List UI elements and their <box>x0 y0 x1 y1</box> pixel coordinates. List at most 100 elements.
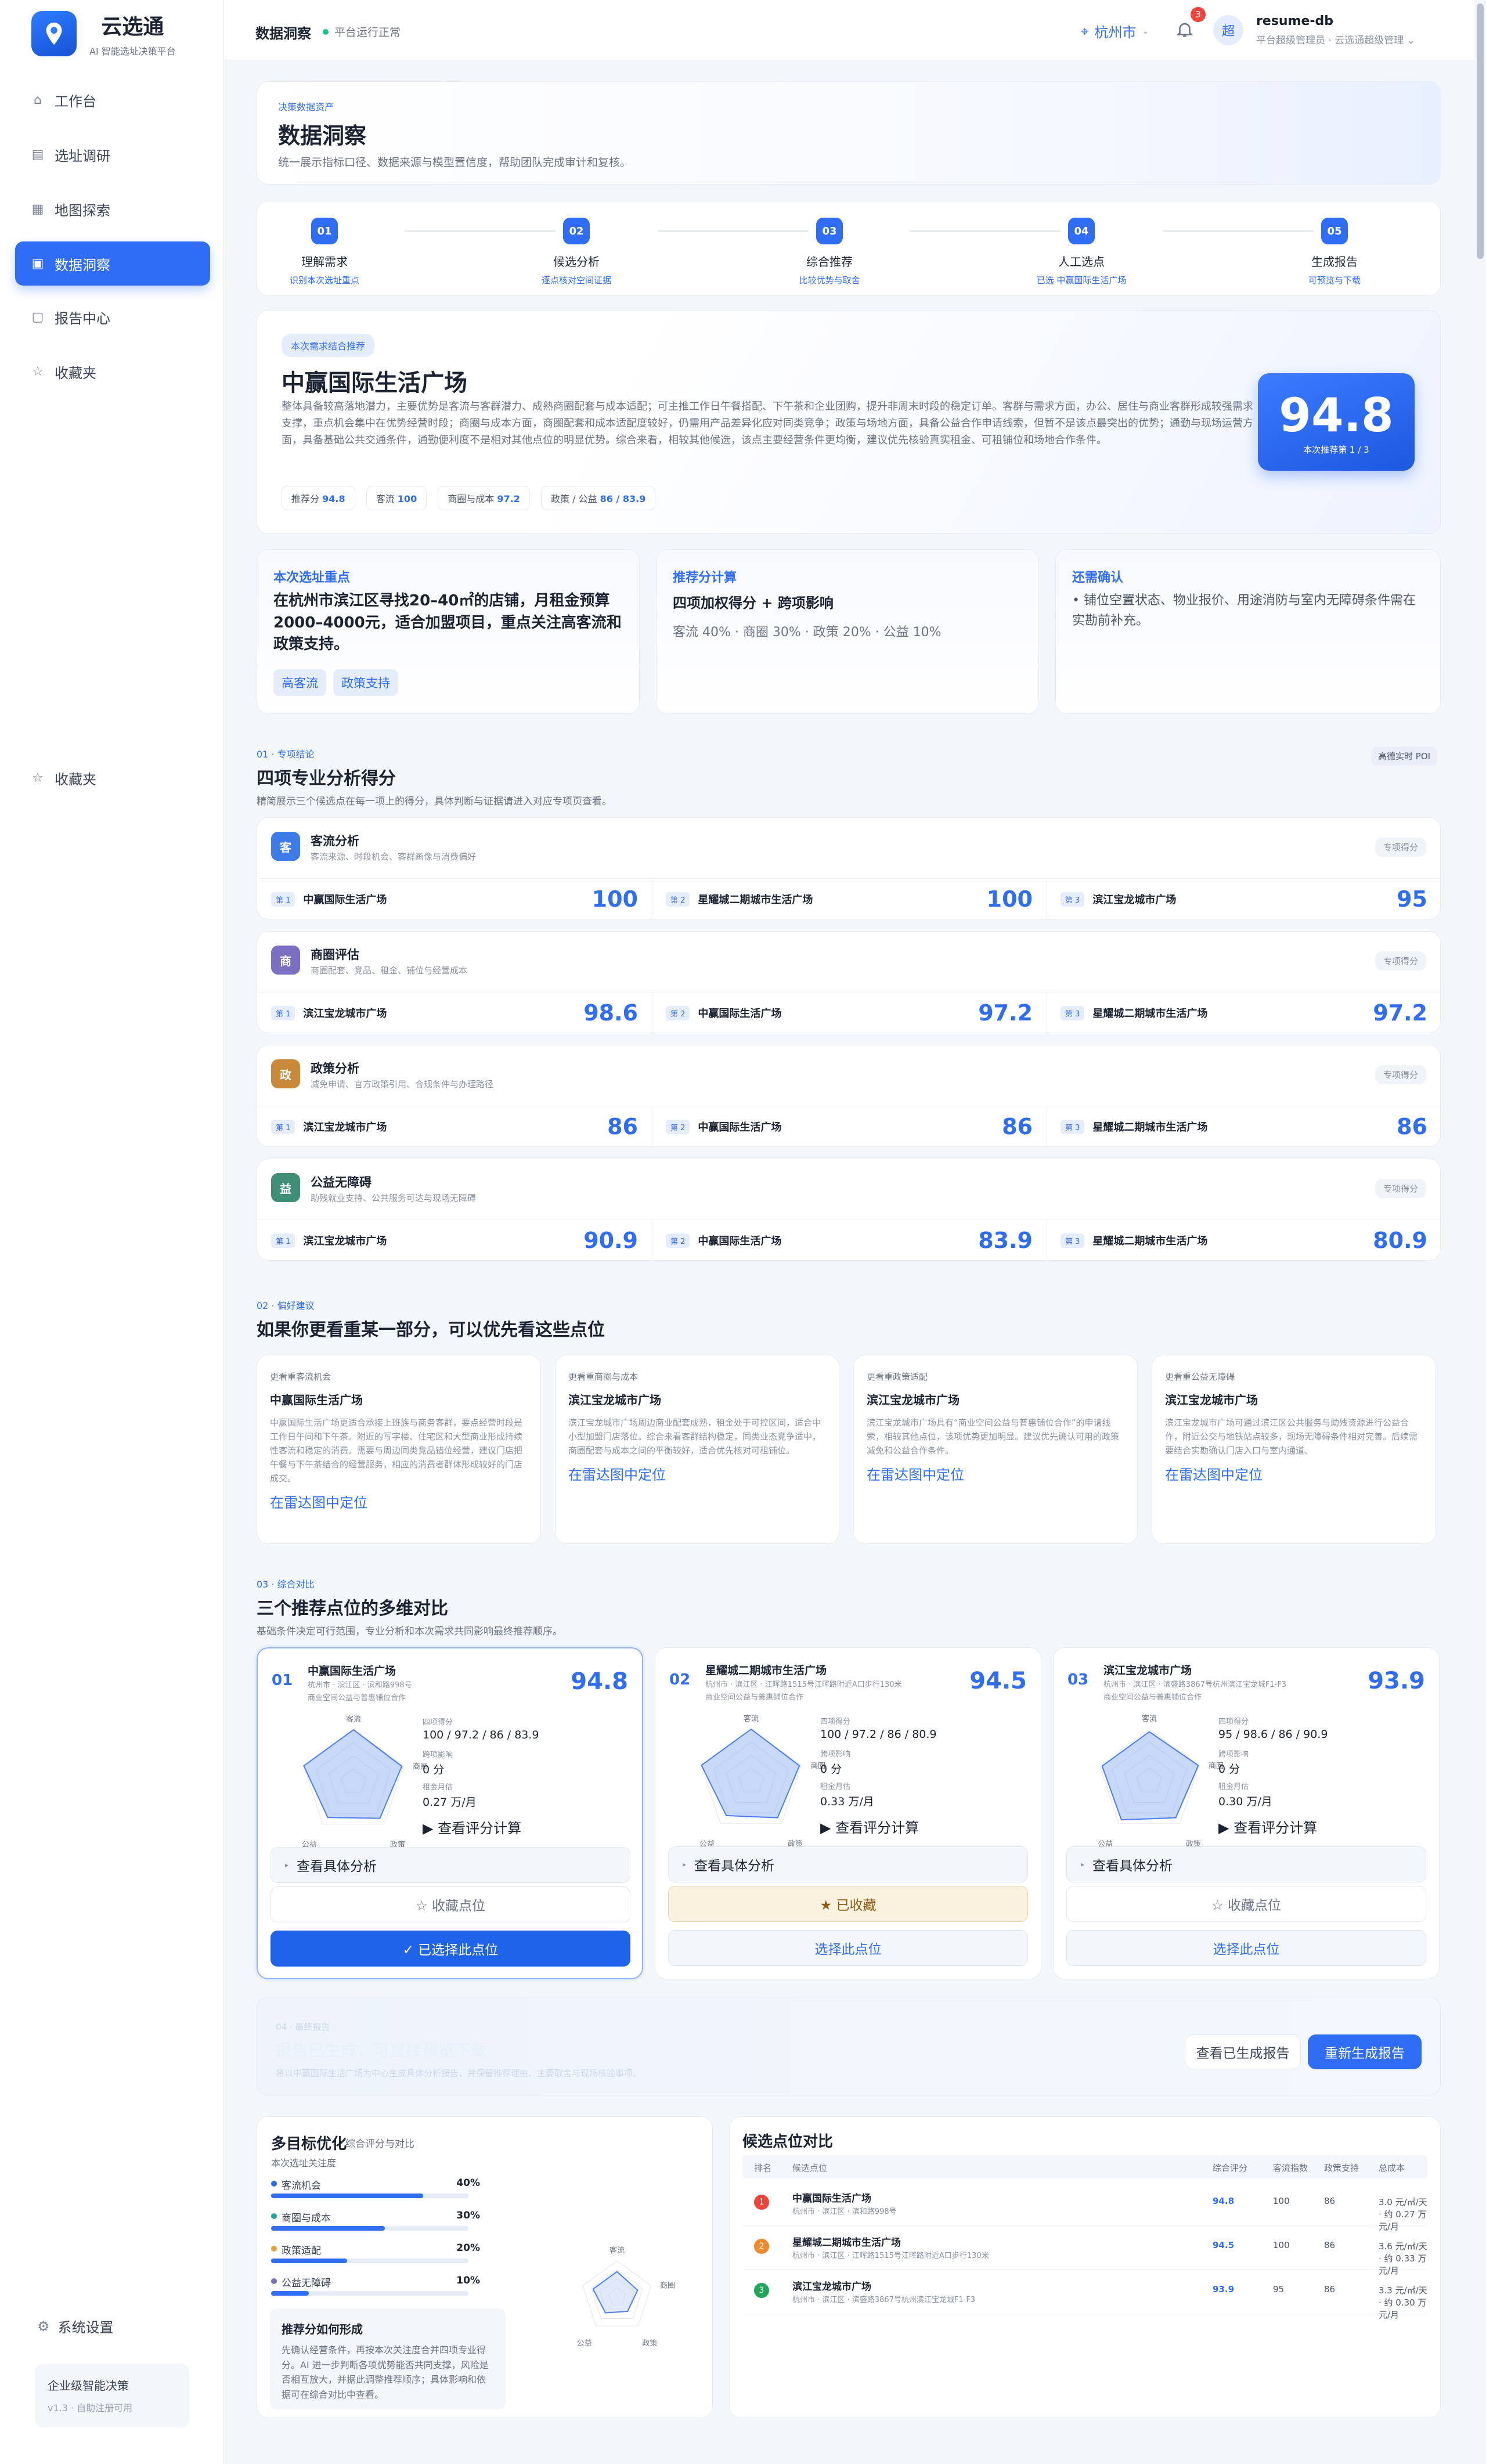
favorite-button[interactable]: ☆ 收藏点位 <box>1066 1886 1426 1922</box>
bell-icon[interactable] <box>1175 20 1195 39</box>
city-selector[interactable]: ⌖ 杭州市 ⌄ <box>1081 21 1149 41</box>
pro-score-card[interactable]: 益公益无障碍 助残就业支持、公共服务可达与现场无障碍 专项得分第 1 滨江宝龙城市广场… <box>257 1159 1441 1261</box>
ranking-entry[interactable]: 第 2 中赢国际生活广场 97.2 <box>666 1000 1033 1026</box>
locate-in-radar-link[interactable]: 在雷达图中定位 <box>568 1463 826 1484</box>
rank-badge: 第 2 <box>666 1005 690 1020</box>
site-compare-card[interactable]: 01 中赢国际生活广场 杭州市 · 滨江区 · 滨和路998号 商业空间公益与普惠铺位… <box>257 1647 643 1979</box>
divider <box>257 992 1440 993</box>
info-body: 四项加权得分 + 跨项影响 <box>673 595 834 611</box>
scrollbar-track[interactable] <box>1474 0 1486 2464</box>
step-report[interactable]: 05 生成报告 可预览与下载 <box>1247 218 1422 286</box>
rank-badge: 第 3 <box>1061 892 1085 907</box>
pref-text: 滨江宝龙城市广场具有“商业空间公益与普惠铺位合作”的申请线索，相较其他点位，该项… <box>867 1417 1120 1456</box>
ranking-entry[interactable]: 第 1 滨江宝龙城市广场 98.6 <box>271 1000 638 1026</box>
locate-in-radar-link[interactable]: 在雷达图中定位 <box>270 1491 528 1511</box>
step-number: 05 <box>1321 218 1348 244</box>
weight-percent: 10% <box>456 2275 480 2286</box>
ranking-entry[interactable]: 第 3 星耀城二期城市生活广场 97.2 <box>1061 1000 1427 1026</box>
ranking-entry[interactable]: 第 2 中赢国际生活广场 86 <box>666 1114 1033 1139</box>
nav-item-workbench[interactable]: ⌂ 工作台 <box>15 78 210 122</box>
system-settings[interactable]: ⚙ 系统设置 <box>37 2316 114 2336</box>
avatar[interactable]: 超 <box>1213 15 1243 45</box>
step-recommend[interactable]: 03 综合推荐 比较优势与取舍 <box>742 218 917 286</box>
star-icon: ☆ <box>32 770 44 785</box>
ranking-entry[interactable]: 第 3 星耀城二期城市生活广场 86 <box>1061 1114 1427 1139</box>
select-site-button[interactable]: 选择此点位 <box>1066 1930 1426 1966</box>
chart-icon: ▣ <box>31 256 44 271</box>
nav-label: 报告中心 <box>55 310 110 327</box>
view-score-calc-toggle[interactable]: ▶ 查看评分计算 <box>423 1817 521 1837</box>
nav-item-reports[interactable]: ▢ 报告中心 <box>15 295 210 339</box>
view-detail-button[interactable]: ▸ 查看具体分析 <box>668 1846 1028 1882</box>
weight-percent: 40% <box>456 2177 480 2189</box>
nav-item-insight[interactable]: ▣ 数据洞察 <box>15 241 210 286</box>
step-candidate[interactable]: 02 候选分析 逐点核对空间证据 <box>489 218 663 286</box>
ranking-entry[interactable]: 第 3 滨江宝龙城市广场 95 <box>1061 886 1427 912</box>
locate-in-radar-link[interactable]: 在雷达图中定位 <box>1165 1463 1423 1484</box>
favorite-button[interactable]: ☆ 收藏点位 <box>270 1886 630 1922</box>
favorite-button[interactable]: ★ 已收藏 <box>668 1886 1028 1922</box>
view-score-calc-toggle[interactable]: ▶ 查看评分计算 <box>820 1816 919 1837</box>
nav-item-survey[interactable]: ▤ 选址调研 <box>15 132 210 176</box>
survey-icon: ▤ <box>31 147 44 162</box>
ranking-entry[interactable]: 第 2 中赢国际生活广场 83.9 <box>666 1228 1033 1253</box>
locate-in-radar-link[interactable]: 在雷达图中定位 <box>867 1463 1124 1484</box>
pro-category-icon: 商 <box>271 946 300 975</box>
view-report-button[interactable]: 查看已生成报告 <box>1185 2034 1301 2069</box>
pro-score-card[interactable]: 客客流分析 客流来源、时段机会、客群画像与消费偏好 专项得分第 1 中赢国际生活广场 1… <box>257 817 1441 920</box>
site-radar-chart: 客流商圈政策公益 <box>302 1715 428 1849</box>
ranking-entry[interactable]: 第 1 中赢国际生活广场 100 <box>271 886 638 912</box>
select-site-button[interactable]: ✓ 已选择此点位 <box>270 1931 630 1967</box>
step-number: 02 <box>563 218 590 244</box>
radar-chart: 客流商圈政策 公益 <box>577 2246 675 2348</box>
hero-title: 数据洞察 <box>278 123 367 149</box>
nav-item-map[interactable]: ▦ 地图探索 <box>15 187 210 231</box>
view-detail-button[interactable]: ▸ 查看具体分析 <box>270 1847 630 1883</box>
nav-item-favorites-secondary[interactable]: ☆ 收藏夹 <box>15 756 210 800</box>
pref-text: 滨江宝龙城市广场可通过滨江区公共服务与助残资源进行公益合作，附近公交与地铁站点较… <box>1165 1417 1418 1456</box>
view-detail-button[interactable]: ▸ 查看具体分析 <box>1066 1846 1426 1882</box>
weight-bar <box>271 2226 468 2231</box>
nav-label: 选址调研 <box>55 147 110 164</box>
site-compare-card[interactable]: 02 星耀城二期城市生活广场 杭州市 · 滨江区 · 江晖路1515号江晖路附近A口… <box>655 1647 1041 1979</box>
weight-name: 政策适配 <box>282 2245 321 2257</box>
select-site-button[interactable]: 选择此点位 <box>668 1930 1028 1966</box>
table-row[interactable]: 3 滨江宝龙城市广场 杭州市 · 滨江区 · 滨盛路3867号杭州滨江宝龙城F1-F… <box>742 2270 1427 2320</box>
table-row[interactable]: 2 星耀城二期城市生活广场 杭州市 · 滨江区 · 江晖路1515号江晖路附近A口步… <box>742 2226 1427 2276</box>
table-row[interactable]: 1 中赢国际生活广场 杭州市 · 滨江区 · 滨和路998号 94.8 100 86 3.0… <box>742 2182 1427 2232</box>
recommendation-card: 本次需求结合推荐 中赢国际生活广场 整体具备较高落地潜力，主要优势是客流与客群潜… <box>257 310 1441 534</box>
brand[interactable]: 云选通 AI 智能选址决策平台 <box>31 11 176 57</box>
site-name: 中赢国际生活广场 <box>792 2193 871 2205</box>
ranking-entry[interactable]: 第 3 星耀城二期城市生活广场 80.9 <box>1061 1228 1427 1253</box>
pro-score-card[interactable]: 政政策分析 减免申请、官方政策引用、合规条件与办理路径 专项得分第 1 滨江宝龙城市广… <box>257 1045 1441 1148</box>
pro-score-card[interactable]: 商商圈评估 商圈配套、竞品、租金、铺位与经营成本 专项得分第 1 滨江宝龙城市广场 98… <box>257 931 1441 1034</box>
step-understand[interactable]: 01 理解需求 识别本次选址重点 <box>237 218 412 286</box>
top-bar: 数据洞察 平台运行正常 ⌖ 杭州市 ⌄ 3 超 resume-db 平台超级管理员 … <box>224 0 1486 60</box>
site-compare-card[interactable]: 03 滨江宝龙城市广场 杭州市 · 滨江区 · 滨盛路3867号杭州滨江宝龙城F1-… <box>1053 1647 1440 1979</box>
pref-site-name: 滨江宝龙城市广场 <box>1165 1393 1258 1407</box>
multi-objective-panel: 多目标优化 综合评分与对比 本次选址关注度 客流 商圈 政策 公益 推荐分如何形成 先… <box>257 2116 713 2418</box>
nav-item-favorites[interactable]: ☆ 收藏夹 <box>15 349 210 394</box>
chip-value: 86 / 83.9 <box>600 493 646 504</box>
metric-key: 跨项影响 <box>820 1750 851 1759</box>
enterprise-subtitle: v1.3 · 自助注册可用 <box>48 2402 133 2414</box>
ranking-entry[interactable]: 第 2 星耀城二期城市生活广场 100 <box>666 886 1033 912</box>
policy-support: 86 <box>1324 2240 1336 2250</box>
ranking-entry[interactable]: 第 1 滨江宝龙城市广场 86 <box>271 1114 638 1139</box>
radar-area <box>1101 1731 1199 1821</box>
view-score-calc-toggle[interactable]: ▶ 查看评分计算 <box>1218 1816 1317 1837</box>
site-score: 94.5 <box>969 1668 1027 1694</box>
enterprise-card: 企业级智能决策 v1.3 · 自助注册可用 <box>35 2364 189 2427</box>
scrollbar-thumb[interactable] <box>1477 3 1484 259</box>
star-icon: ☆ <box>32 364 44 379</box>
metric-value: 0.33 万/月 <box>820 1795 874 1808</box>
regenerate-report-button[interactable]: 重新生成报告 <box>1308 2034 1422 2069</box>
user-menu[interactable]: resume-db 平台超级管理员 · 云选通超级管理 ⌄ <box>1256 14 1415 46</box>
ranking-entry[interactable]: 第 1 滨江宝龙城市广场 90.9 <box>271 1228 638 1253</box>
step-select[interactable]: 04 人工选点 已选 中赢国际生活广场 <box>994 218 1168 286</box>
metric-key: 租金月估 <box>1218 1783 1249 1791</box>
metric-key: 跨项影响 <box>423 1751 453 1759</box>
radar-area <box>701 1728 800 1819</box>
nav-label: 收藏夹 <box>55 365 96 381</box>
weight-bar <box>271 2194 468 2198</box>
